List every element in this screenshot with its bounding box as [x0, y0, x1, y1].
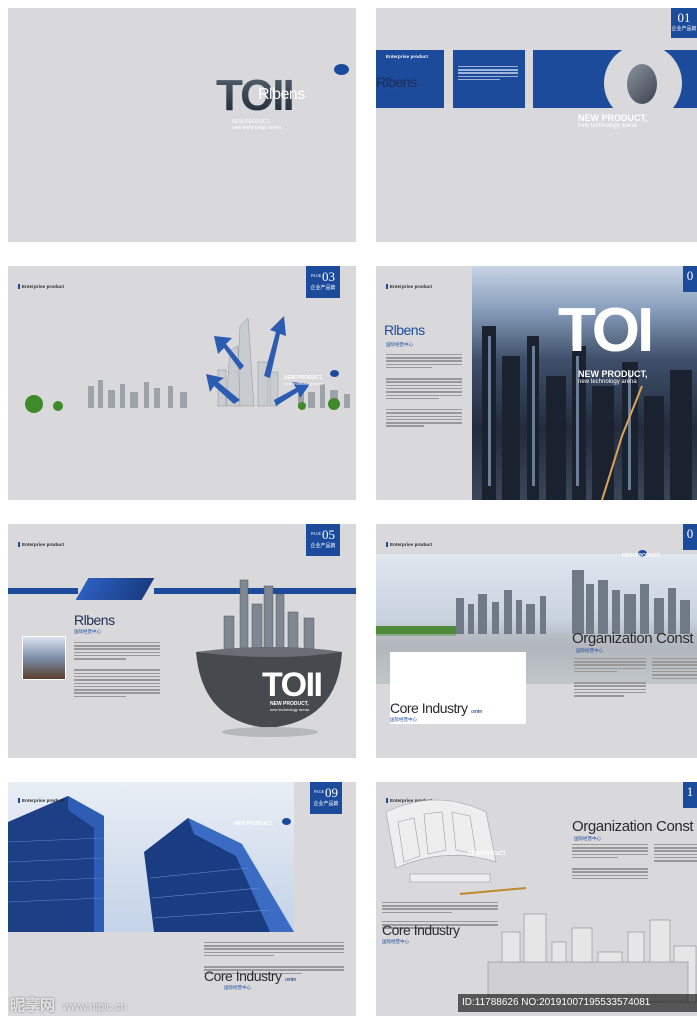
new-product-label: NEW PRODUCT,	[578, 113, 648, 123]
page-number: 01	[677, 10, 691, 25]
brochure-page-8: Enterprise product 1 NEW PRODUCT, Organi…	[376, 782, 697, 1016]
new-product-title: NEW PRODUCT, new technology arena	[578, 370, 648, 386]
brochure-page-2: 01 企业产品篇 Enterprise product Rlbens 国际经营中…	[376, 8, 697, 242]
page-badge: 0	[683, 266, 697, 292]
page-number-value: 09	[325, 785, 339, 800]
page-number: PAGE09	[310, 784, 342, 801]
towers-graphic	[8, 796, 294, 932]
new-product-label: NEW PRODUCT,	[270, 701, 309, 707]
page-number: 0	[686, 526, 694, 541]
brochure-page-7: Enterprise product PAGE09 企业产品篇 NEW PROD…	[8, 782, 356, 1016]
page-header: Enterprise product	[386, 284, 432, 289]
core-industry-subtitle: 国际经营中心	[390, 717, 417, 722]
core-industry-word: Core Industry	[382, 922, 460, 938]
watermark-site-name: 昵享网	[10, 997, 56, 1014]
ribens-subtitle: 国际经营中心	[380, 92, 407, 97]
new-tech-label: new technology arena	[578, 123, 637, 129]
new-product-label: NEW PRODUCT,	[622, 553, 661, 559]
new-product-label: NEW PRODUCT,	[284, 375, 323, 381]
new-product-label: NEW PRODUCT,	[234, 821, 273, 827]
new-product-label: NEW PRODUCT,	[468, 851, 507, 857]
toi-word-big: TOI	[558, 296, 654, 365]
cover-new-tech: new technology arena	[232, 125, 281, 131]
organization-subtitle: 国际经营中心	[576, 648, 603, 653]
new-tech-label: new technology arena	[284, 381, 324, 386]
core-industry-subtitle: 国际经营中心	[382, 939, 409, 944]
new-tech-label: new technology arena	[578, 379, 637, 385]
page-header: Enterprise product	[386, 542, 432, 547]
page-badge: PAGE09 企业产品篇	[310, 782, 342, 814]
watermark-id-bar: ID:11788626 NO:20191007195533574081	[458, 994, 697, 1012]
brochure-page-6: Enterprise product 0 NEW PRODUCT, Core I…	[376, 524, 697, 758]
brochure-page-3: Enterprise product PAGE03 企业产品篇 NEW PROD…	[8, 266, 356, 500]
page-badge-label: 企业产品篇	[313, 801, 339, 807]
cover-new-product: NEW PRODUCT,	[232, 119, 271, 125]
watermark-logo: 昵享网 www.nipic.cn	[10, 994, 127, 1015]
speech-bubble-icon	[282, 818, 291, 825]
organization-title: Organization Const	[572, 818, 694, 835]
body-text	[386, 352, 462, 429]
ribens-subtitle: 国际经营中心	[386, 342, 413, 347]
cover-ribens-title: Rlbens	[258, 86, 305, 103]
page-badge: 01 企业产品篇	[671, 8, 697, 38]
brochure-page-5: Enterprise product PAGE05 企业产品篇 Rlbens 国…	[8, 524, 356, 758]
body-text-col2	[654, 842, 697, 864]
brochure-page-cover: TOII Rlbens NEW PRODUCT, new technology …	[8, 8, 356, 242]
page-header: Enterprise product	[382, 54, 428, 59]
blue-block-text	[453, 50, 525, 108]
body-text-col1	[572, 842, 648, 881]
center-word: center	[284, 977, 296, 983]
page-header: Enterprise product	[18, 798, 64, 803]
core-industry-word: Core Industry	[390, 700, 468, 716]
page-prefix: PAGE	[313, 789, 325, 794]
speech-bubble-icon	[330, 370, 339, 377]
ribens-title: Rlbens	[384, 322, 425, 338]
toii-word: TOII	[262, 666, 323, 704]
glass-towers-photo	[8, 782, 294, 932]
brochure-page-4: Enterprise product TOI NEW PRODUCT, new …	[376, 266, 697, 500]
new-product-label: NEW PRODUCT,	[578, 369, 648, 379]
page-number: 0	[686, 268, 694, 283]
speech-bubble-icon	[334, 64, 349, 75]
center-word: center	[470, 709, 482, 715]
core-industry-subtitle: 国际经营中心	[224, 985, 251, 990]
core-industry-title: Core Industry	[382, 922, 460, 938]
watermark-site-url: www.nipic.cn	[63, 1001, 127, 1013]
core-industry-title: Core Industry center	[390, 700, 482, 716]
page-badge: 0	[683, 524, 697, 550]
new-product-title: NEW PRODUCT, new technology arena	[578, 114, 648, 130]
body-text-col2	[652, 656, 697, 681]
body-text-col1	[574, 656, 646, 699]
organization-title: Organization Const	[572, 630, 694, 647]
page-badge-label: 企业产品篇	[671, 26, 697, 32]
globe-city-illustration	[196, 579, 342, 737]
core-industry-word: Core Industry	[204, 968, 282, 984]
core-industry-title: Core Industry center	[204, 968, 296, 984]
ribens-word: Rlbens	[384, 322, 425, 338]
body-text	[458, 64, 518, 82]
ribens-title: Rlbens	[376, 74, 417, 90]
new-tech-label: new technology arena	[270, 707, 310, 712]
toi-o-hole	[627, 64, 657, 104]
